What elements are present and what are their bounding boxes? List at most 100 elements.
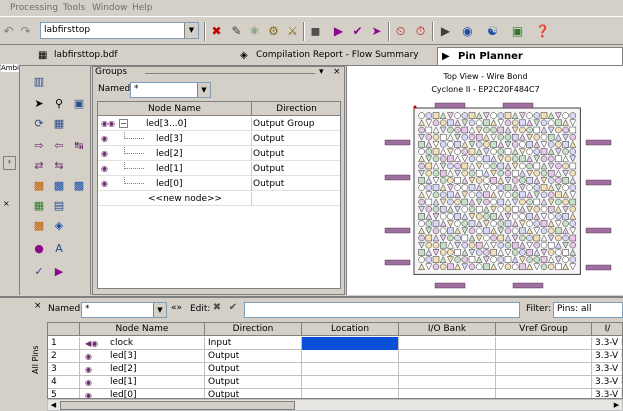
column-header-vref-group[interactable]: Vref Group	[496, 323, 592, 336]
tab-pin-planner[interactable]: ▶ Pin Planner	[437, 47, 623, 65]
accept-edit-icon[interactable]: ✔	[226, 302, 240, 317]
new-node-row[interactable]: <<new node>>	[98, 192, 340, 206]
io-standard-cell[interactable]: 3.3-V L	[592, 376, 622, 389]
check-icon[interactable]: ✓	[31, 264, 47, 280]
horizontal-scrollbar[interactable]: ◀ ▶	[47, 399, 623, 411]
table-row[interactable]: ◉ led[3] Output	[98, 132, 340, 146]
collapse-icon[interactable]: −	[119, 119, 128, 128]
zoom-icon[interactable]: ⚲	[51, 96, 67, 112]
vref-cell[interactable]	[496, 389, 592, 398]
window-icon[interactable]: ▥	[31, 74, 47, 90]
menu-help[interactable]: Help	[132, 3, 153, 13]
compile-icon[interactable]: ⚛	[246, 23, 263, 40]
close-icon[interactable]: ×	[3, 199, 10, 208]
vref-cell[interactable]	[496, 337, 592, 350]
column-header-io-standard[interactable]: I/	[592, 323, 622, 336]
legend-icon[interactable]: ▦	[31, 198, 47, 214]
column-header-node-name[interactable]: Node Name	[80, 323, 205, 336]
pin-assign-icon[interactable]: ⇨	[31, 138, 47, 154]
io-standard-cell[interactable]: 3.3-V L	[592, 350, 622, 363]
project-combo[interactable]: labfirsttop ▼	[40, 22, 199, 39]
timing-analyzer-icon[interactable]: ⏲	[392, 23, 409, 40]
programmer-icon[interactable]: ☯	[484, 23, 501, 40]
location-cell[interactable]	[302, 389, 399, 398]
column-header-io-bank[interactable]: I/O Bank	[399, 323, 496, 336]
diff-pin-icon[interactable]: ⇆	[51, 158, 67, 174]
pin-planner-icon[interactable]: ▶	[437, 23, 454, 40]
table-row[interactable]: 5 led[0] ◉ Output 3.3-V L	[48, 389, 622, 398]
io-bank-icon[interactable]: ▩	[51, 178, 67, 194]
location-cell[interactable]	[302, 337, 399, 350]
menu-tools[interactable]: Tools	[63, 3, 85, 13]
nav-arrows-icon[interactable]: «»	[171, 303, 182, 313]
vref-cell[interactable]	[496, 363, 592, 376]
column-header-direction[interactable]: Direction	[252, 102, 340, 116]
table-row[interactable]: 1 clock ◀◉ Input 3.3-V L	[48, 337, 622, 350]
power-icon[interactable]: ●	[31, 241, 47, 257]
start-timing-icon[interactable]: ➤	[368, 23, 385, 40]
groups-named-combo[interactable]: * ▼	[130, 82, 211, 98]
stop-process-icon[interactable]: ◼	[307, 23, 324, 40]
run-icon[interactable]: ▶	[51, 264, 67, 280]
select-region-icon[interactable]: ▦	[51, 116, 67, 132]
table-row[interactable]: 4 led[1] ◉ Output 3.3-V L	[48, 376, 622, 389]
start-analysis-icon[interactable]: ✔	[349, 23, 366, 40]
menu-processing[interactable]: Processing	[10, 3, 58, 13]
pll-icon[interactable]: ▩	[31, 218, 47, 234]
text-icon[interactable]: A	[51, 241, 67, 257]
column-header-direction[interactable]: Direction	[205, 323, 302, 336]
io-standard-cell[interactable]: 3.3-V L	[592, 389, 622, 398]
column-header-row-number[interactable]	[48, 323, 80, 336]
bank-icon[interactable]: ▩	[31, 178, 47, 194]
drag-handle[interactable]	[145, 73, 315, 74]
clock-region-icon[interactable]: ◈	[51, 218, 67, 234]
table-row[interactable]: 3 led[2] ◉ Output 3.3-V L	[48, 363, 622, 376]
io-bank-cell[interactable]	[399, 389, 496, 398]
table-row[interactable]: ◉◉ − led[3...0] Output Group	[98, 117, 340, 131]
close-icon[interactable]: ×	[34, 301, 42, 311]
new-node-placeholder[interactable]: <<new node>>	[148, 192, 222, 206]
chevron-down-icon[interactable]: ▼	[184, 23, 198, 38]
pin-unassign-icon[interactable]: ⇦	[51, 138, 67, 154]
table-row[interactable]: ◉ led[0] Output	[98, 177, 340, 191]
column-header-location[interactable]: Location	[302, 323, 399, 336]
pointer-icon[interactable]: ➤	[31, 96, 47, 112]
stop-icon[interactable]: ✖	[208, 23, 225, 40]
chevron-down-icon[interactable]: ▼	[153, 303, 166, 317]
vref-cell[interactable]	[496, 350, 592, 363]
io-standard-cell[interactable]: 3.3-V L	[592, 363, 622, 376]
start-compilation-icon[interactable]: ▶	[330, 23, 347, 40]
analysis-icon[interactable]: ⚙	[265, 23, 282, 40]
close-icon[interactable]: ×	[333, 67, 341, 77]
io-bank-cell[interactable]	[399, 350, 496, 363]
pins-named-combo[interactable]: * ▼	[81, 302, 167, 318]
megawizard-icon[interactable]: ▣	[509, 23, 526, 40]
tab-compilation-report[interactable]: ◈ Compilation Report - Flow Summary	[236, 47, 436, 65]
redo-icon[interactable]: ↷	[17, 23, 34, 40]
table-row[interactable]: 2 led[3] ◉ Output 3.3-V L	[48, 350, 622, 363]
refresh-icon[interactable]: ⟳	[31, 116, 47, 132]
location-cell[interactable]	[302, 376, 399, 389]
menu-window[interactable]: Window	[92, 3, 128, 13]
io-standard-cell[interactable]: 3.3-V L	[592, 337, 622, 350]
list-icon[interactable]: ▤	[51, 198, 67, 214]
help-icon[interactable]: ❓	[534, 23, 551, 40]
io-bank-cell[interactable]	[399, 363, 496, 376]
location-cell[interactable]	[302, 350, 399, 363]
package-pin-map[interactable]	[383, 100, 613, 290]
chip-planner-icon[interactable]: ◉	[459, 23, 476, 40]
chevron-right-icon[interactable]: ›	[3, 156, 16, 170]
pin-group-icon[interactable]: ↹	[71, 138, 87, 154]
pin-window-icon[interactable]: ▾	[319, 67, 324, 77]
move-pin-icon[interactable]: ⇄	[31, 158, 47, 174]
filter-combo[interactable]: Pins: all	[553, 302, 623, 318]
undo-icon[interactable]: ↶	[0, 23, 17, 40]
io-bank-cell[interactable]	[399, 337, 496, 350]
vref-cell[interactable]	[496, 376, 592, 389]
pencil-icon[interactable]: ✎	[228, 23, 245, 40]
fitter-icon[interactable]: ⚔	[284, 23, 301, 40]
column-header-node-name[interactable]: Node Name	[98, 102, 252, 116]
io-bank-cell[interactable]	[399, 376, 496, 389]
vref-icon[interactable]: ▩	[71, 178, 87, 194]
fit-icon[interactable]: ▣	[71, 96, 87, 112]
